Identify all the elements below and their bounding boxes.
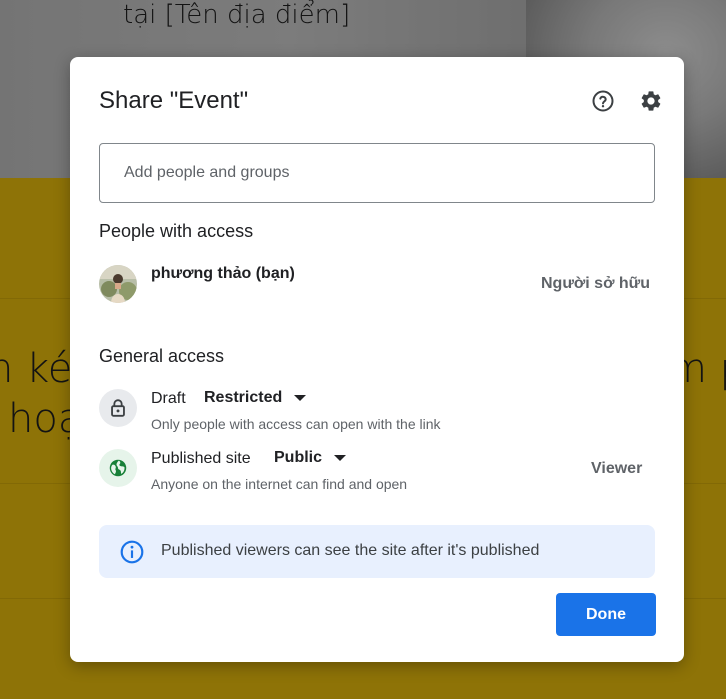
draft-access-value: Restricted [204, 389, 283, 406]
published-access-description: Anyone on the internet can find and open [151, 476, 408, 492]
published-access-dropdown[interactable]: Public [274, 449, 347, 467]
share-dialog: Share "Event" People with access [70, 57, 684, 662]
published-site-label: Published site [151, 450, 251, 467]
gear-icon[interactable] [637, 87, 665, 115]
dialog-title: Share "Event" [99, 87, 249, 114]
general-access-heading: General access [99, 346, 225, 366]
caret-down-icon [294, 395, 307, 401]
caret-down-icon [334, 455, 347, 461]
draft-label: Draft [151, 390, 186, 407]
draft-access-dropdown[interactable]: Restricted [204, 389, 307, 407]
draft-access-description: Only people with access can open with th… [151, 416, 441, 432]
info-banner: Published viewers can see the site after… [99, 525, 655, 578]
info-icon [119, 539, 145, 565]
avatar [99, 265, 137, 303]
owner-role-label: Người sở hữu [541, 275, 651, 292]
lock-icon [99, 389, 137, 427]
person-name: phương thảo (bạn) [151, 265, 295, 282]
page: tại [Tên địa điểm] n ké hoạ m p Share "E… [0, 0, 726, 699]
done-button[interactable]: Done [556, 593, 656, 636]
published-access-value: Public [274, 449, 323, 466]
people-with-access-heading: People with access [99, 221, 254, 241]
viewer-role-label: Viewer [591, 460, 643, 477]
globe-icon [99, 449, 137, 487]
help-icon[interactable] [589, 87, 617, 115]
add-people-input[interactable] [99, 143, 655, 203]
info-banner-text: Published viewers can see the site after… [161, 542, 540, 559]
